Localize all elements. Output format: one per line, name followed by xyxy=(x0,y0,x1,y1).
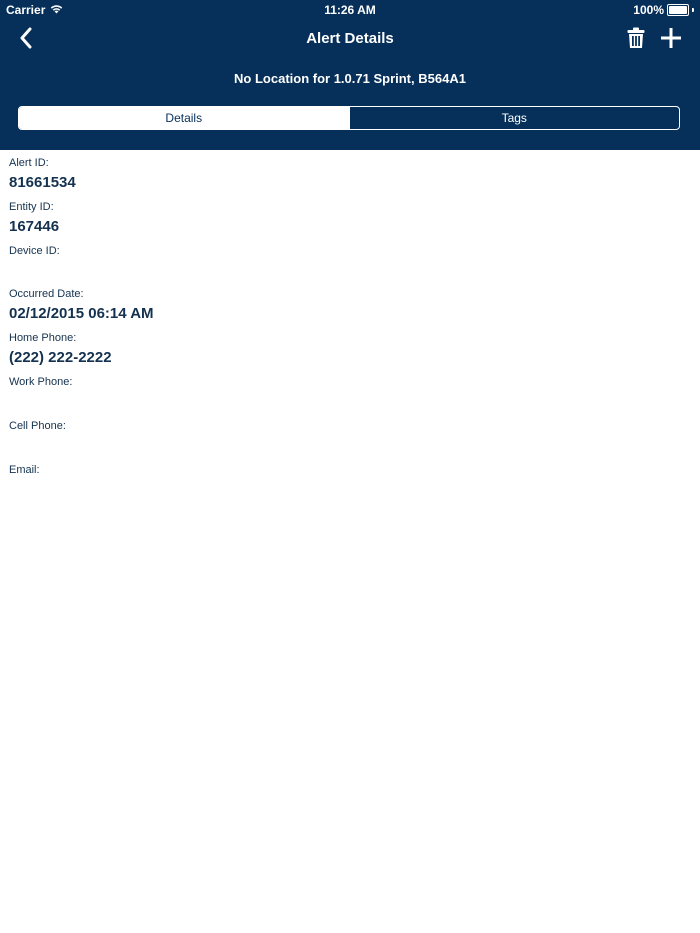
battery-indicator: 100% xyxy=(633,3,694,17)
trash-icon xyxy=(627,27,645,54)
field-label: Alert ID: xyxy=(9,157,49,169)
field-label: Email: xyxy=(9,463,40,476)
field-value xyxy=(9,480,689,500)
battery-fill xyxy=(669,6,687,14)
field-label: Home Phone: xyxy=(9,332,77,345)
header: Carrier 11:26 AM 100% Alert Details No L… xyxy=(0,0,700,150)
field-label: Work Phone: xyxy=(9,375,73,388)
field-value: (222) 222-2222 xyxy=(9,349,112,367)
segmented-control: Details Tags xyxy=(18,106,680,130)
field-value: 02/12/2015 06:14 AM xyxy=(9,305,154,323)
nav-bar: Alert Details xyxy=(0,20,700,60)
field-entity-id: Entity ID: 167446 xyxy=(9,201,689,245)
field-alert-id: Alert ID: 81661534 xyxy=(9,157,689,201)
battery-tip xyxy=(692,8,694,12)
tab-details[interactable]: Details xyxy=(19,107,349,129)
field-label: Entity ID: xyxy=(9,200,54,213)
field-label: Cell Phone: xyxy=(9,419,66,432)
plus-icon xyxy=(661,27,681,53)
field-email: Email: xyxy=(9,464,689,508)
field-home-phone: Home Phone: (222) 222-2222 xyxy=(9,332,689,376)
battery-percent: 100% xyxy=(633,3,664,17)
field-work-phone: Work Phone: xyxy=(9,376,689,420)
add-button[interactable] xyxy=(657,26,685,54)
field-label: Device ID: xyxy=(9,244,60,257)
field-value: 81661534 xyxy=(9,174,76,191)
field-cell-phone: Cell Phone: xyxy=(9,420,689,464)
field-value: 167446 xyxy=(9,217,60,235)
details-list: Alert ID: 81661534 Entity ID: 167446 Dev… xyxy=(9,157,689,507)
field-occurred-date: Occurred Date: 02/12/2015 06:14 AM xyxy=(9,288,689,332)
delete-button[interactable] xyxy=(622,26,650,54)
status-bar: Carrier 11:26 AM 100% xyxy=(0,0,700,20)
status-time: 11:26 AM xyxy=(324,3,376,17)
tab-tags[interactable]: Tags xyxy=(348,107,680,129)
page-title: Alert Details xyxy=(306,30,394,47)
field-device-id: Device ID: xyxy=(9,245,689,289)
field-value xyxy=(9,392,689,412)
field-value xyxy=(9,436,689,456)
battery-icon xyxy=(667,4,689,16)
field-label: Occurred Date: xyxy=(9,288,84,301)
field-value xyxy=(9,261,689,281)
alert-subtitle: No Location for 1.0.71 Sprint, B564A1 xyxy=(234,71,466,86)
